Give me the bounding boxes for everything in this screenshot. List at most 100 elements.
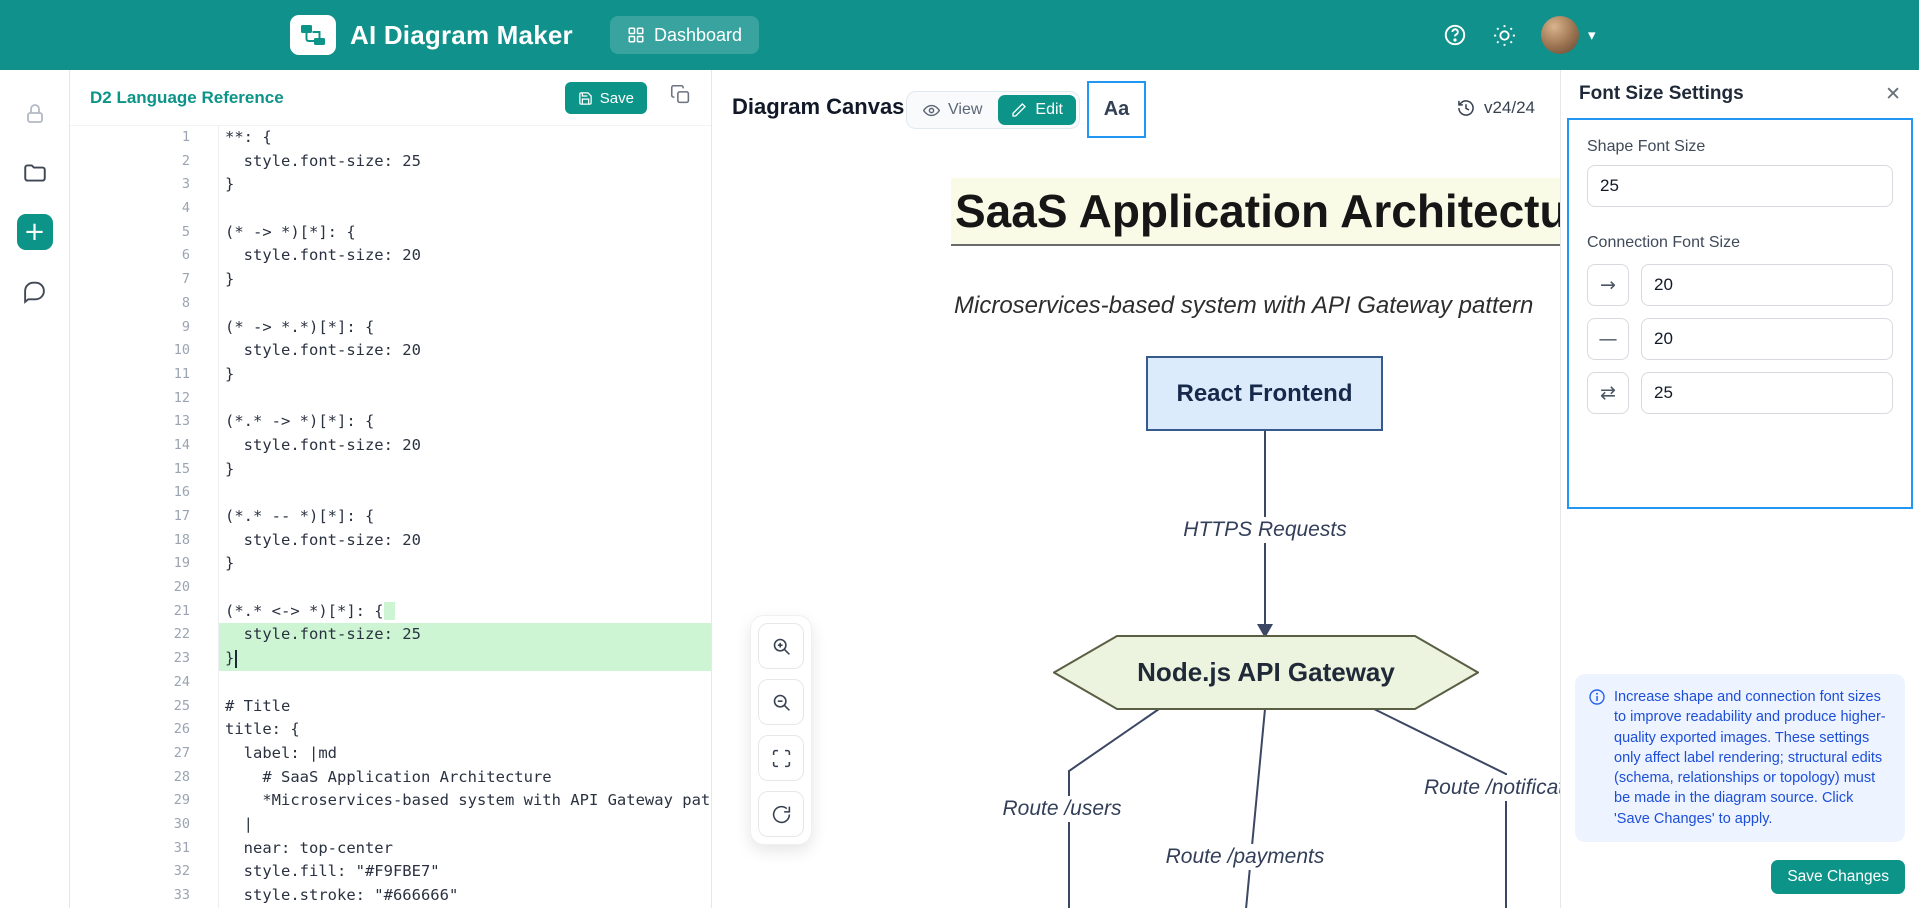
line-number: 25 <box>70 695 219 719</box>
lock-button[interactable] <box>17 96 53 132</box>
close-button[interactable]: ✕ <box>1885 83 1901 105</box>
code-line[interactable]: 5(* -> *)[*]: { <box>70 221 711 245</box>
files-button[interactable] <box>17 155 53 191</box>
account-menu[interactable]: ▾ <box>1541 16 1596 54</box>
connection-line-font-size-input[interactable] <box>1641 318 1893 360</box>
info-text: Increase shape and connection font sizes… <box>1614 687 1891 829</box>
version-indicator[interactable]: v24/24 <box>1456 98 1535 118</box>
code-line[interactable]: 24 <box>70 671 711 695</box>
code-text: | <box>219 813 711 837</box>
zoom-in-button[interactable] <box>758 623 804 669</box>
code-text: style.font-size: 20 <box>219 529 711 553</box>
line-number: 10 <box>70 339 219 363</box>
line-number: 30 <box>70 813 219 837</box>
arrows-bidirectional-icon[interactable]: ⇄ <box>1587 372 1629 414</box>
code-line[interactable]: 28 # SaaS Application Architecture <box>70 766 711 790</box>
lock-icon <box>23 102 47 126</box>
code-line[interactable]: 1**: { <box>70 126 711 150</box>
code-line[interactable]: 30 | <box>70 813 711 837</box>
code-line[interactable]: 3} <box>70 173 711 197</box>
diagram-canvas[interactable]: SaaS Application Architecture Microservi… <box>712 126 1560 908</box>
line-icon[interactable]: — <box>1587 318 1629 360</box>
code-line[interactable]: 27 label: |md <box>70 742 711 766</box>
code-text: # SaaS Application Architecture <box>219 766 711 790</box>
code-line[interactable]: 13(*.* -> *)[*]: { <box>70 410 711 434</box>
connection-bidirectional-font-size-input[interactable] <box>1641 372 1893 414</box>
code-text: (*.* -- *)[*]: { <box>219 505 711 529</box>
code-line[interactable]: 23} <box>70 647 711 671</box>
line-number: 29 <box>70 789 219 813</box>
code-line[interactable]: 26title: { <box>70 718 711 742</box>
code-line[interactable]: 17(*.* -- *)[*]: { <box>70 505 711 529</box>
help-button[interactable] <box>1442 22 1468 48</box>
code-line[interactable]: 21(*.* <-> *)[*]: { <box>70 600 711 624</box>
code-text: (* -> *.*)[*]: { <box>219 316 711 340</box>
refresh-button[interactable] <box>758 791 804 837</box>
zoom-out-button[interactable] <box>758 679 804 725</box>
code-line[interactable]: 8 <box>70 292 711 316</box>
node-api-gateway[interactable]: Node.js API Gateway <box>1053 635 1479 710</box>
code-line[interactable]: 2 style.font-size: 25 <box>70 150 711 174</box>
code-text: style.font-size: 25 <box>219 150 711 174</box>
dashboard-button[interactable]: Dashboard <box>610 16 759 54</box>
fit-view-button[interactable] <box>758 735 804 781</box>
save-changes-button[interactable]: Save Changes <box>1771 860 1905 894</box>
code-text: style.font-size: 25 <box>219 623 711 647</box>
font-size-button[interactable]: Aa <box>1092 86 1141 133</box>
edge-label-users: Route /users <box>996 796 1127 822</box>
code-editor[interactable]: 1**: {2 style.font-size: 253}45(* -> *)[… <box>70 126 711 908</box>
code-line[interactable]: 32 style.fill: "#F9FBE7" <box>70 860 711 884</box>
editor-header: D2 Language Reference Save <box>70 70 711 126</box>
line-number: 33 <box>70 884 219 908</box>
line-number: 9 <box>70 316 219 340</box>
line-number: 21 <box>70 600 219 624</box>
code-line[interactable]: 33 style.stroke: "#666666" <box>70 884 711 908</box>
code-text: style.font-size: 20 <box>219 434 711 458</box>
code-line[interactable]: 20 <box>70 576 711 600</box>
copy-button[interactable] <box>670 84 691 108</box>
view-button[interactable]: View <box>910 95 995 125</box>
node-react-frontend[interactable]: React Frontend <box>1146 356 1383 431</box>
code-line[interactable]: 25# Title <box>70 695 711 719</box>
connection-row: — <box>1587 318 1893 360</box>
code-line[interactable]: 9(* -> *.*)[*]: { <box>70 316 711 340</box>
arrow-right-icon[interactable]: → <box>1587 264 1629 306</box>
code-line[interactable]: 10 style.font-size: 20 <box>70 339 711 363</box>
code-line[interactable]: 29 *Microservices-based system with API … <box>70 789 711 813</box>
code-text: **: { <box>219 126 711 150</box>
line-number: 19 <box>70 552 219 576</box>
shape-font-size-input[interactable] <box>1587 165 1893 207</box>
code-line[interactable]: 12 <box>70 387 711 411</box>
code-line[interactable]: 16 <box>70 481 711 505</box>
code-line[interactable]: 22 style.font-size: 25 <box>70 623 711 647</box>
chevron-down-icon[interactable]: ▾ <box>1588 26 1596 44</box>
code-line[interactable]: 19} <box>70 552 711 576</box>
code-line[interactable]: 31 near: top-center <box>70 837 711 861</box>
code-line[interactable]: 7} <box>70 268 711 292</box>
edge-route-payments <box>1246 709 1265 908</box>
save-icon <box>578 91 593 106</box>
new-diagram-button[interactable]: + <box>17 214 53 250</box>
editor-title-link[interactable]: D2 Language Reference <box>90 88 284 108</box>
edit-label: Edit <box>1035 101 1063 119</box>
line-number: 26 <box>70 718 219 742</box>
save-button[interactable]: Save <box>565 82 647 114</box>
line-number: 16 <box>70 481 219 505</box>
edge-label-notifications: Route /notifications <box>1418 775 1560 801</box>
help-icon <box>1442 22 1468 48</box>
code-line[interactable]: 18 style.font-size: 20 <box>70 529 711 553</box>
pencil-icon <box>1011 102 1027 118</box>
line-number: 31 <box>70 837 219 861</box>
line-number: 15 <box>70 458 219 482</box>
code-line[interactable]: 15} <box>70 458 711 482</box>
code-line[interactable]: 14 style.font-size: 20 <box>70 434 711 458</box>
avatar[interactable] <box>1541 16 1579 54</box>
code-line[interactable]: 11} <box>70 363 711 387</box>
code-line[interactable]: 6 style.font-size: 20 <box>70 244 711 268</box>
connection-arrow-font-size-input[interactable] <box>1641 264 1893 306</box>
theme-toggle-button[interactable] <box>1492 23 1517 48</box>
code-line[interactable]: 4 <box>70 197 711 221</box>
dashboard-label: Dashboard <box>654 25 742 46</box>
edit-button[interactable]: Edit <box>998 95 1076 125</box>
chat-button[interactable] <box>17 273 53 309</box>
